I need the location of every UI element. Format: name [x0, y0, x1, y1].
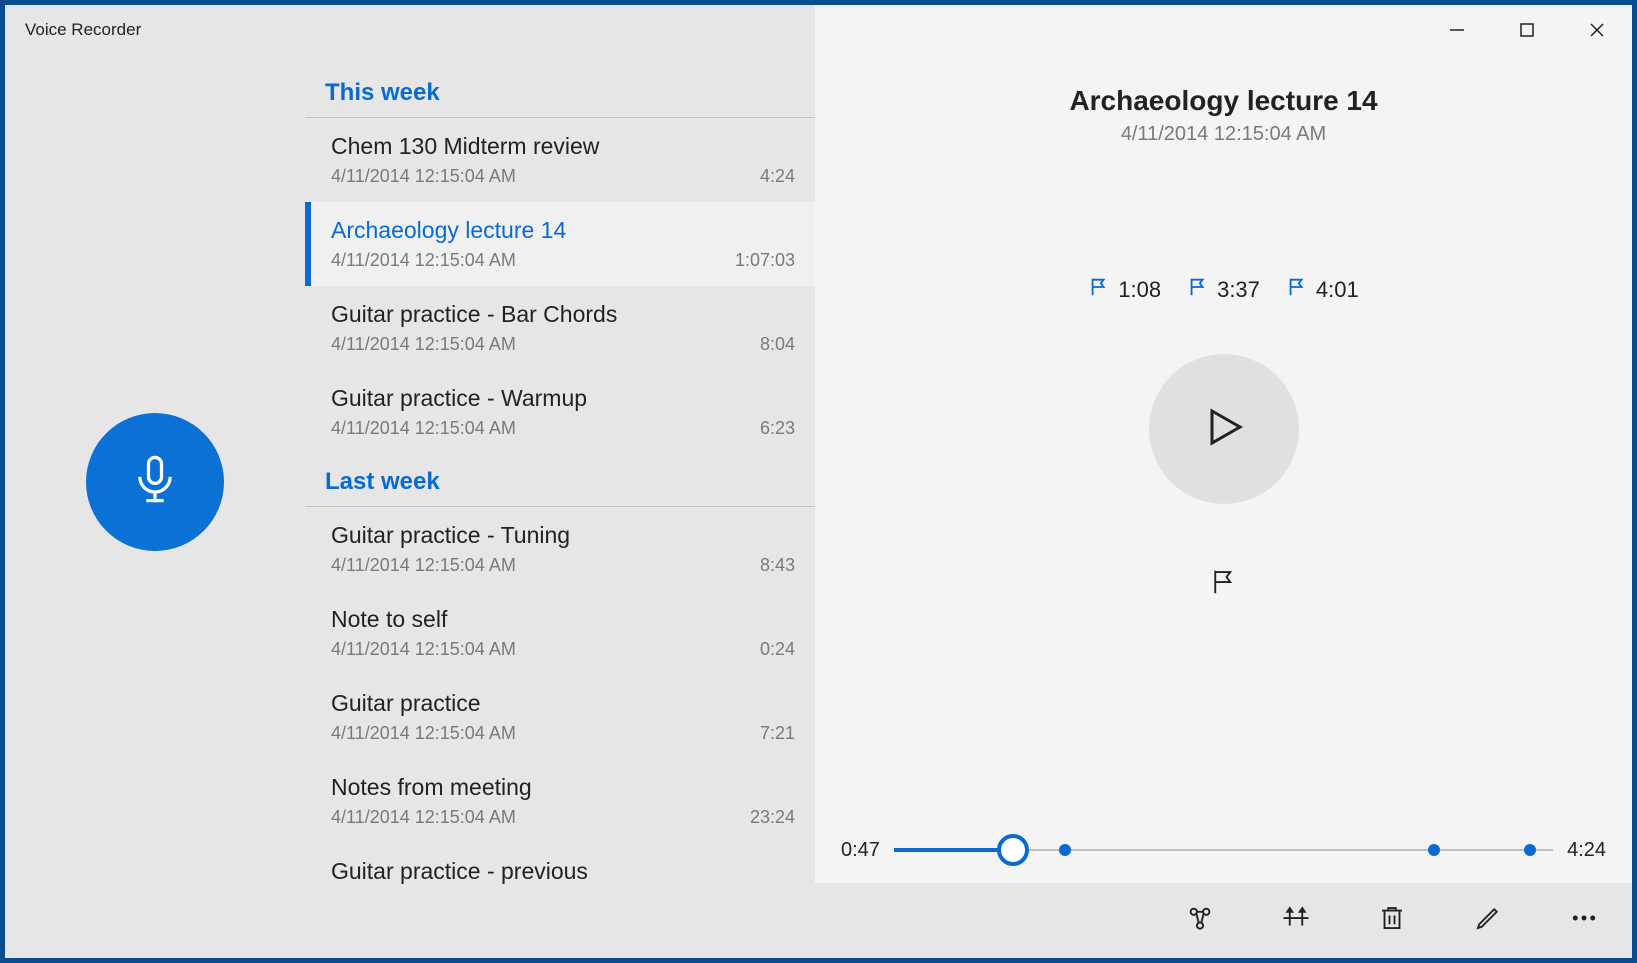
seek-thumb[interactable] — [997, 834, 1029, 866]
item-title: Guitar practice - Bar Chords — [331, 301, 795, 328]
window: Voice Recorder This we — [0, 0, 1637, 963]
minimize-button[interactable] — [1422, 5, 1492, 55]
recording-title: Archaeology lecture 14 — [815, 85, 1632, 117]
item-title: Guitar practice — [331, 690, 795, 717]
item-duration: 7:21 — [760, 723, 795, 744]
item-duration: 6:23 — [760, 418, 795, 439]
item-date: 4/11/2014 12:15:04 AM — [331, 250, 516, 271]
add-marker-button[interactable] — [1204, 564, 1244, 604]
list-item[interactable]: Guitar practice - Tuning 4/11/2014 12:15:… — [305, 507, 815, 591]
app-title: Voice Recorder — [25, 20, 141, 40]
item-title: Archaeology lecture 14 — [331, 217, 795, 244]
share-button[interactable] — [1182, 903, 1218, 939]
record-button[interactable] — [86, 413, 224, 551]
item-date: 4/11/2014 12:15:04 AM — [331, 418, 516, 439]
more-icon — [1569, 903, 1599, 938]
play-icon — [1200, 403, 1248, 456]
maximize-button[interactable] — [1492, 5, 1562, 55]
title-bar: Voice Recorder — [5, 5, 1632, 55]
item-title: Notes from meeting — [331, 774, 795, 801]
delete-button[interactable] — [1374, 903, 1410, 939]
recordings-list[interactable]: This week Chem 130 Midterm review 4/11/201… — [305, 5, 815, 958]
marker-time: 3:37 — [1217, 277, 1260, 303]
item-date: 4/11/2014 12:15:04 AM — [331, 555, 516, 576]
item-duration: 0:24 — [760, 639, 795, 660]
rename-button[interactable] — [1470, 903, 1506, 939]
flag-icon — [1209, 567, 1239, 602]
timeline-marker[interactable] — [1428, 844, 1440, 856]
item-duration: 8:04 — [760, 334, 795, 355]
flag-icon — [1187, 276, 1209, 304]
play-button[interactable] — [1149, 354, 1299, 504]
record-panel — [5, 5, 305, 958]
timeline: 0:47 4:24 — [815, 835, 1632, 865]
trim-icon — [1281, 903, 1311, 938]
marker[interactable]: 1:08 — [1088, 276, 1161, 304]
timeline-marker[interactable] — [1524, 844, 1536, 856]
item-title: Guitar practice - Warmup — [331, 385, 795, 412]
item-date: 4/11/2014 12:15:04 AM — [331, 807, 516, 828]
window-controls — [1422, 5, 1632, 55]
list-item[interactable]: Guitar practice - Warmup 4/11/2014 12:15:… — [305, 370, 815, 454]
marker[interactable]: 4:01 — [1286, 276, 1359, 304]
list-item[interactable]: Notes from meeting 4/11/2014 12:15:04 AM 2… — [305, 759, 815, 843]
flag-icon — [1286, 276, 1308, 304]
timeline-marker[interactable] — [1059, 844, 1071, 856]
list-item[interactable]: Chem 130 Midterm review 4/11/2014 12:15:0… — [305, 118, 815, 202]
list-item[interactable]: Guitar practice 4/11/2014 12:15:04 AM 7:21 — [305, 675, 815, 759]
item-date: 4/11/2014 12:15:04 AM — [331, 723, 516, 744]
bottom-toolbar — [815, 883, 1632, 958]
trash-icon — [1377, 903, 1407, 938]
share-icon — [1185, 903, 1215, 938]
item-title: Chem 130 Midterm review — [331, 133, 795, 160]
total-time: 4:24 — [1567, 839, 1606, 862]
marker[interactable]: 3:37 — [1187, 276, 1260, 304]
microphone-icon — [129, 453, 181, 510]
recording-date: 4/11/2014 12:15:04 AM — [815, 123, 1632, 146]
marker-time: 1:08 — [1118, 277, 1161, 303]
seek-track[interactable] — [894, 835, 1553, 865]
item-duration: 23:24 — [750, 807, 795, 828]
list-item[interactable]: Archaeology lecture 14 4/11/2014 12:15:04… — [305, 202, 815, 286]
item-duration: 1:07:03 — [735, 250, 795, 271]
markers-row: 1:08 3:37 4:01 — [815, 276, 1632, 304]
flag-icon — [1088, 276, 1110, 304]
item-date: 4/11/2014 12:15:04 AM — [331, 166, 516, 187]
item-date: 4/11/2014 12:15:04 AM — [331, 639, 516, 660]
detail-panel: Archaeology lecture 14 4/11/2014 12:15:0… — [815, 5, 1632, 958]
item-title: Guitar practice - previous — [331, 858, 795, 885]
current-time: 0:47 — [841, 839, 880, 862]
list-item[interactable]: Note to self 4/11/2014 12:15:04 AM 0:24 — [305, 591, 815, 675]
item-duration: 8:43 — [760, 555, 795, 576]
item-title: Note to self — [331, 606, 795, 633]
item-date: 4/11/2014 12:15:04 AM — [331, 334, 516, 355]
trim-button[interactable] — [1278, 903, 1314, 939]
item-title: Guitar practice - Tuning — [331, 522, 795, 549]
group-header[interactable]: This week — [305, 65, 815, 118]
group-header[interactable]: Last week — [305, 454, 815, 507]
close-button[interactable] — [1562, 5, 1632, 55]
more-button[interactable] — [1566, 903, 1602, 939]
pencil-icon — [1473, 903, 1503, 938]
list-item[interactable]: Guitar practice - Bar Chords 4/11/2014 12… — [305, 286, 815, 370]
item-duration: 4:24 — [760, 166, 795, 187]
marker-time: 4:01 — [1316, 277, 1359, 303]
track-fill — [894, 848, 1013, 852]
detail-header: Archaeology lecture 14 4/11/2014 12:15:0… — [815, 85, 1632, 146]
list-item[interactable]: Guitar practice - previous — [305, 843, 815, 906]
